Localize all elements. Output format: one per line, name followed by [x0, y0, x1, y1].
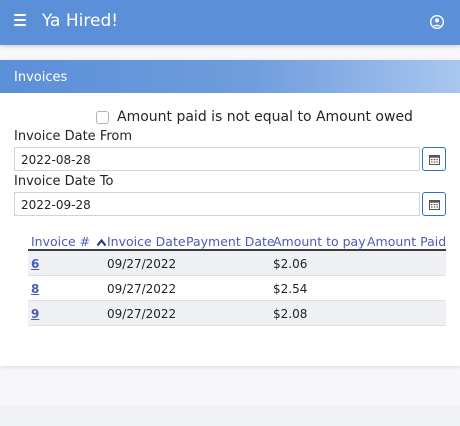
table-row: 9 09/27/2022 $2.08: [28, 301, 446, 326]
hamburger-icon[interactable]: [14, 14, 26, 26]
invoice-date-cell: 09/27/2022: [107, 307, 177, 321]
column-header-invoice-date[interactable]: Invoice Date: [107, 234, 186, 249]
column-header-payment-date[interactable]: Payment Date: [186, 234, 275, 249]
date-to-calendar-button[interactable]: [422, 192, 446, 216]
top-navbar: Ya Hired!: [0, 0, 460, 45]
invoice-link[interactable]: 9: [31, 307, 39, 321]
invoice-link[interactable]: 8: [31, 282, 39, 296]
invoices-card: Invoices Amount paid is not equal to Amo…: [0, 60, 460, 366]
invoice-date-cell: 09/27/2022: [107, 282, 177, 296]
chevron-up-icon: [96, 238, 107, 247]
invoice-link[interactable]: 6: [31, 257, 39, 271]
date-from-label: Invoice Date From: [14, 129, 133, 144]
date-from-input[interactable]: 2022-08-28: [14, 147, 420, 171]
amount-to-pay-cell: $2.54: [273, 282, 308, 296]
amount-to-pay-cell: $2.06: [273, 257, 308, 271]
calendar-icon: [428, 199, 440, 210]
amount-mismatch-checkbox[interactable]: [96, 110, 109, 124]
amount-to-pay-cell: $2.08: [273, 307, 308, 321]
date-from-calendar-button[interactable]: [422, 147, 446, 171]
table-row: 8 09/27/2022 $2.54: [28, 276, 446, 301]
amount-mismatch-label: Amount paid is not equal to Amount owed: [117, 109, 413, 125]
card-title: Invoices: [0, 60, 460, 93]
account-circle-icon[interactable]: [430, 15, 444, 29]
amount-mismatch-filter[interactable]: Amount paid is not equal to Amount owed: [96, 109, 413, 125]
table-header: Invoice # Invoice Date Payment Date Amou…: [28, 233, 446, 251]
column-header-invoice-number[interactable]: Invoice #: [31, 234, 107, 249]
calendar-icon: [428, 154, 440, 165]
invoice-date-cell: 09/27/2022: [107, 257, 177, 271]
column-header-amount-to-pay[interactable]: Amount to pay: [273, 234, 366, 249]
table-row: 6 09/27/2022 $2.06: [28, 251, 446, 276]
column-header-label: Invoice #: [31, 234, 91, 249]
date-to-label: Invoice Date To: [14, 174, 114, 189]
app-title[interactable]: Ya Hired!: [42, 11, 118, 31]
footer-area: [0, 405, 460, 426]
invoices-table: Invoice # Invoice Date Payment Date Amou…: [28, 233, 446, 326]
column-header-amount-paid[interactable]: Amount Paid: [367, 234, 446, 249]
date-to-input[interactable]: 2022-09-28: [14, 192, 420, 216]
